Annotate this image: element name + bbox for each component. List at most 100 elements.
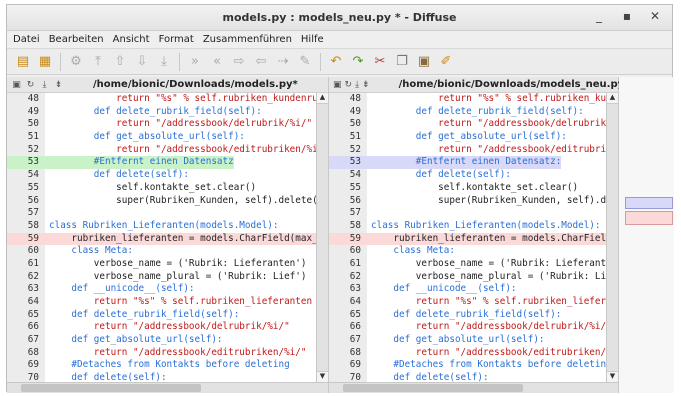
code-line[interactable]: 57 xyxy=(7,207,316,220)
copy-icon[interactable]: ❐ xyxy=(392,52,412,72)
code-line[interactable]: 68 return "/addressbook/editrubriken/%i/… xyxy=(329,346,606,360)
code-line[interactable]: 51 def get_absolute_url(self): xyxy=(329,131,606,144)
line-text: def get_absolute_url(self): xyxy=(371,334,545,346)
menu-zusammenfuehren[interactable]: Zusammenführen xyxy=(203,34,292,45)
code-line[interactable]: 62 verbose_name_plural = ('Rubrik: Lief'… xyxy=(7,270,316,284)
realign-icon[interactable]: ⚙ xyxy=(66,52,86,72)
code-line[interactable]: 56 super(Rubriken_Kunden, self).delete() xyxy=(7,194,316,208)
code-line[interactable]: 63 def __unicode__(self): xyxy=(7,283,316,296)
line-text: class Meta: xyxy=(49,245,133,257)
undo-icon[interactable]: ↶ xyxy=(326,52,346,72)
merge-all-left-icon[interactable]: ⇦ xyxy=(251,52,271,72)
code-line[interactable]: 55 self.kontakte_set.clear() xyxy=(329,181,606,195)
code-line[interactable]: 70 def delete(self): xyxy=(329,372,606,382)
difference-overview[interactable] xyxy=(619,77,674,393)
left-horizontal-scrollbar[interactable] xyxy=(7,382,328,393)
code-line[interactable]: 60 class Meta: xyxy=(7,245,316,258)
open-file-icon[interactable]: ▣ xyxy=(11,80,22,90)
code-line[interactable]: 54 def delete(self): xyxy=(329,169,606,182)
code-line[interactable]: 61 verbose_name = ('Rubrik: Lieferanten'… xyxy=(329,257,606,271)
first-difference-icon[interactable]: ⤒ xyxy=(88,52,108,72)
code-line[interactable]: 56 super(Rubriken_Kunden, self).delete() xyxy=(329,194,606,208)
line-number: 60 xyxy=(329,245,367,258)
code-line[interactable]: 54 def delete(self): xyxy=(7,169,316,182)
line-text: class Rubriken_Lieferanten(models.Model)… xyxy=(49,219,279,231)
code-line[interactable]: 64 return "%s" % self.rubriken_lieferant… xyxy=(329,296,606,309)
code-line[interactable]: 52 return "/addressbook/editrubriken/%i/… xyxy=(329,143,606,157)
code-line[interactable]: 52 return "/addressbook/editrubriken/%i/… xyxy=(7,143,316,157)
code-line[interactable]: 69 #Detaches from Kontakts before deleti… xyxy=(7,359,316,373)
code-line[interactable]: 53 #Entfernt einen Datensatz: xyxy=(329,156,606,170)
right-code-view[interactable]: 48 return "%s" % self.rubriken_kundenrub… xyxy=(329,93,606,382)
code-line[interactable]: 65 def delete_rubrik_field(self): xyxy=(329,308,606,322)
line-number: 68 xyxy=(7,346,45,360)
merge-right-icon[interactable]: ⇨ xyxy=(229,52,249,72)
code-line[interactable]: 65 def delete_rubrik_field(self): xyxy=(7,308,316,322)
left-code-view[interactable]: 48 return "%s" % self.rubriken_kundenrub… xyxy=(7,93,316,382)
line-text: return "%s" % self.rubriken_lieferanten xyxy=(49,296,313,307)
code-line[interactable]: 60 class Meta: xyxy=(329,245,606,258)
goto-line-icon[interactable]: » xyxy=(185,52,205,72)
code-line[interactable]: 57 xyxy=(329,207,606,220)
menu-datei[interactable]: Datei xyxy=(13,34,40,45)
open-file-icon[interactable]: ▦ xyxy=(35,52,55,72)
clear-icon[interactable]: ✐ xyxy=(436,52,456,72)
maximize-button[interactable]: ▪ xyxy=(620,9,634,23)
code-line[interactable]: 59 rubriken_lieferanten = models.CharFie… xyxy=(7,232,316,246)
line-number: 61 xyxy=(329,257,367,271)
code-line[interactable]: 48 return "%s" % self.rubriken_kundenrub… xyxy=(7,93,316,106)
menu-hilfe[interactable]: Hilfe xyxy=(301,34,324,45)
save-icon[interactable]: ⤓ xyxy=(355,80,359,90)
save-icon[interactable]: ⤓ xyxy=(39,80,50,90)
code-line[interactable]: 68 return "/addressbook/editrubriken/%i/… xyxy=(7,346,316,360)
merge-left-icon[interactable]: « xyxy=(207,52,227,72)
code-line[interactable]: 58 class Rubriken_Lieferanten(models.Mode… xyxy=(7,219,316,233)
code-line[interactable]: 61 verbose_name = ('Rubrik: Lieferanten'… xyxy=(7,257,316,271)
close-button[interactable]: ✕ xyxy=(648,9,662,23)
code-line[interactable]: 49 def delete_rubrik_field(self): xyxy=(329,105,606,119)
left-vertical-scrollbar[interactable]: ▲ ▼ xyxy=(316,93,328,382)
menu-bearbeiten[interactable]: Bearbeiten xyxy=(49,34,104,45)
code-line[interactable]: 70 def delete(self): xyxy=(7,372,316,382)
paste-icon[interactable]: ▣ xyxy=(414,52,434,72)
code-line[interactable]: 53 #Entfernt einen Datensatz xyxy=(7,156,316,170)
last-difference-icon[interactable]: ⤓ xyxy=(154,52,174,72)
code-line[interactable]: 50 return "/addressbook/delrubrik/%i/" xyxy=(7,118,316,132)
save-as-icon[interactable]: ⇟ xyxy=(362,80,370,90)
redo-icon[interactable]: ↷ xyxy=(348,52,368,72)
minimize-button[interactable]: _ xyxy=(592,9,606,23)
menu-format[interactable]: Format xyxy=(159,34,194,45)
cut-icon[interactable]: ✂ xyxy=(370,52,390,72)
code-line[interactable]: 49 def delete_rubrik_field(self): xyxy=(7,105,316,119)
reload-icon[interactable]: ↻ xyxy=(345,80,353,90)
clear-edits-icon[interactable]: ✎ xyxy=(295,52,315,72)
code-line[interactable]: 67 def get_absolute_url(self): xyxy=(329,334,606,347)
code-line[interactable]: 51 def get_absolute_url(self): xyxy=(7,131,316,144)
open-file-icon[interactable]: ▣ xyxy=(333,80,342,90)
new-file-icon[interactable]: ▤ xyxy=(13,52,33,72)
code-line[interactable]: 59 rubriken_lieferanten = models.CharFie… xyxy=(329,232,606,246)
line-number: 59 xyxy=(329,232,367,246)
line-number: 59 xyxy=(7,232,45,246)
save-as-icon[interactable]: ⇟ xyxy=(53,80,64,90)
line-text: def get_absolute_url(self): xyxy=(371,131,567,143)
code-line[interactable]: 64 return "%s" % self.rubriken_lieferant… xyxy=(7,296,316,309)
previous-difference-icon[interactable]: ⇧ xyxy=(110,52,130,72)
next-difference-icon[interactable]: ⇩ xyxy=(132,52,152,72)
reload-icon[interactable]: ↻ xyxy=(25,80,36,90)
code-line[interactable]: 66 return "/addressbook/delrubrik/%i/" xyxy=(7,321,316,335)
code-line[interactable]: 66 return "/addressbook/delrubrik/%i/" xyxy=(329,321,606,335)
code-line[interactable]: 58 class Rubriken_Lieferanten(models.Mode… xyxy=(329,219,606,233)
line-text: return "/addressbook/editrubriken/%i/" xyxy=(438,143,606,155)
right-vertical-scrollbar[interactable]: ▲ ▼ xyxy=(606,93,618,382)
merge-all-right-icon[interactable]: ⇢ xyxy=(273,52,293,72)
code-line[interactable]: 67 def get_absolute_url(self): xyxy=(7,334,316,347)
code-line[interactable]: 55 self.kontakte_set.clear() xyxy=(7,181,316,195)
code-line[interactable]: 50 return "/addressbook/delrubrik/%i/" xyxy=(329,118,606,132)
code-line[interactable]: 63 def __unicode__(self): xyxy=(329,283,606,296)
code-line[interactable]: 48 return "%s" % self.rubriken_kundenrub… xyxy=(329,93,606,106)
right-horizontal-scrollbar[interactable] xyxy=(329,382,618,393)
menu-ansicht[interactable]: Ansicht xyxy=(113,34,150,45)
code-line[interactable]: 69 #Detaches from Kontakts before deleti… xyxy=(329,359,606,373)
code-line[interactable]: 62 verbose_name_plural = ('Rubrik: Lief'… xyxy=(329,270,606,284)
